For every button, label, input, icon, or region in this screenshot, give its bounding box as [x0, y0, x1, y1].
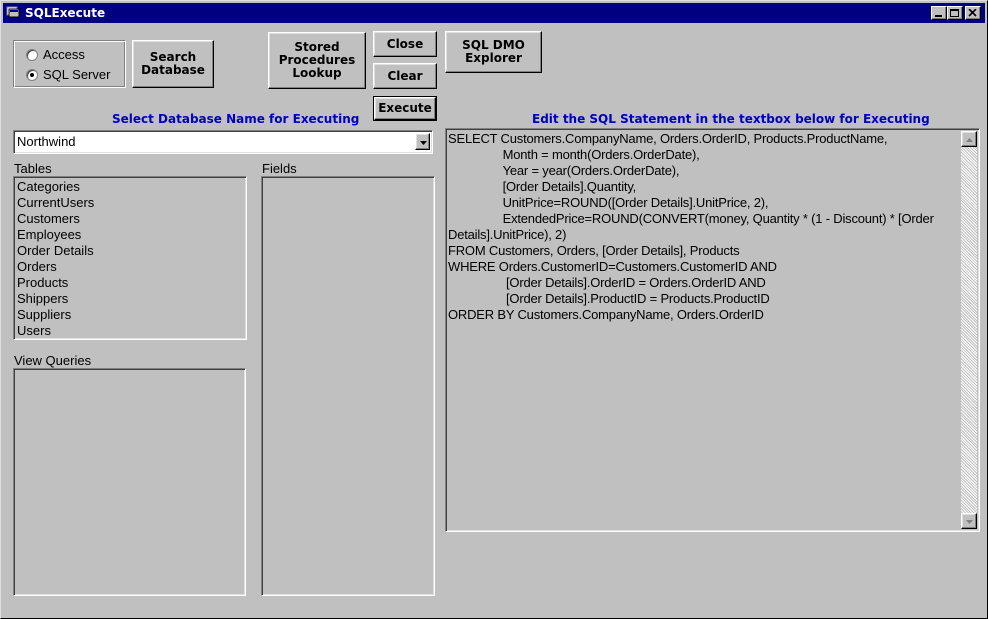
radio-access[interactable]: Access [26, 47, 85, 62]
scroll-down-button[interactable] [961, 513, 977, 529]
radio-sql-server-label: SQL Server [43, 67, 111, 82]
sql-statement-textbox[interactable]: SELECT Customers.CompanyName, Orders.Ord… [445, 128, 980, 532]
search-database-button[interactable]: Search Database [132, 40, 214, 88]
stored-procedures-lookup-button[interactable]: Stored Procedures Lookup [268, 32, 366, 89]
database-dropdown-button[interactable] [415, 133, 430, 150]
sql-dmo-explorer-button[interactable]: SQL DMO Explorer [445, 31, 542, 73]
close-window-button[interactable] [965, 6, 981, 20]
tables-listbox[interactable]: Categories CurrentUsers Customers Employ… [13, 176, 247, 340]
execute-button[interactable]: Execute [373, 96, 437, 121]
window-title: SQLExecute [25, 6, 106, 20]
list-item[interactable]: Orders [17, 259, 94, 275]
tables-label: Tables [14, 161, 52, 176]
view-queries-label: View Queries [14, 353, 92, 368]
minimize-icon [935, 15, 942, 17]
chevron-down-icon [966, 520, 973, 524]
database-caption: Select Database Name for Executing [112, 112, 360, 126]
list-item[interactable]: Shippers [17, 291, 94, 307]
view-queries-listbox[interactable] [13, 368, 246, 596]
list-item[interactable]: Suppliers [17, 307, 94, 323]
sql-statement-text[interactable]: SELECT Customers.CompanyName, Orders.Ord… [448, 131, 964, 323]
database-combobox[interactable]: Northwind [13, 130, 433, 154]
list-item[interactable]: Employees [17, 227, 94, 243]
list-item[interactable]: Order Details [17, 243, 94, 259]
source-frame: Access SQL Server [13, 40, 126, 88]
main-window: SQLExecute Access SQL Server Search Data… [0, 0, 988, 619]
list-item[interactable]: CurrentUsers [17, 195, 94, 211]
tables-list: Categories CurrentUsers Customers Employ… [17, 179, 94, 339]
sql-vertical-scrollbar[interactable] [961, 131, 977, 529]
close-button[interactable]: Close [373, 31, 437, 57]
radio-sql-server-button[interactable] [26, 68, 38, 81]
maximize-button[interactable] [947, 6, 963, 20]
list-item[interactable]: Users [17, 323, 94, 339]
title-bar[interactable]: SQLExecute [3, 3, 985, 23]
clear-button[interactable]: Clear [373, 63, 437, 89]
database-selected-value: Northwind [17, 134, 76, 149]
scroll-up-button[interactable] [961, 131, 977, 147]
fields-listbox[interactable] [261, 176, 435, 596]
radio-sql-server[interactable]: SQL Server [26, 67, 110, 82]
list-item[interactable]: Products [17, 275, 94, 291]
close-icon [968, 9, 977, 17]
maximize-icon [950, 9, 959, 17]
chevron-up-icon [966, 138, 973, 142]
radio-access-label: Access [43, 47, 85, 62]
fields-label: Fields [262, 161, 297, 176]
sql-editor-caption: Edit the SQL Statement in the textbox be… [532, 112, 930, 126]
list-item[interactable]: Customers [17, 211, 94, 227]
minimize-button[interactable] [931, 6, 947, 20]
chevron-down-icon [420, 141, 427, 145]
radio-access-button[interactable] [26, 48, 38, 61]
app-icon [6, 6, 20, 19]
list-item[interactable]: Categories [17, 179, 94, 195]
